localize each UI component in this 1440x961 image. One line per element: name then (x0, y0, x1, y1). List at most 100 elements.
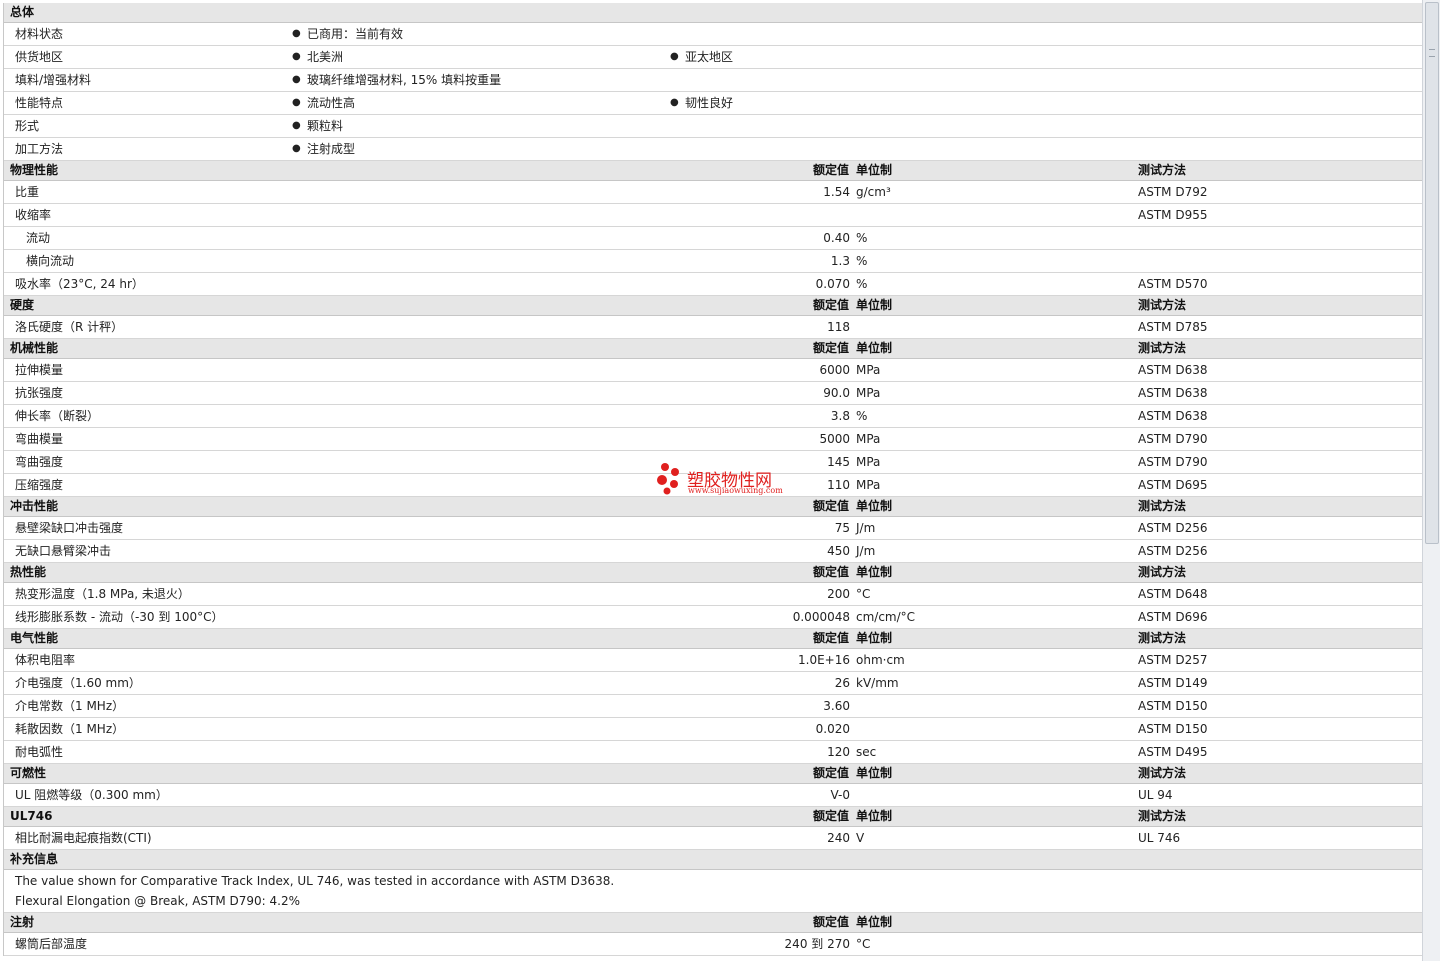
section-title: 电气性能 (10, 631, 59, 645)
property-value: 75 (834, 521, 850, 535)
property-row: 热变形温度（1.8 MPa, 未退火） 200 °C ASTM D648 (4, 583, 1422, 606)
bullet-icon: ● (670, 97, 679, 108)
row-label: 加工方法 (15, 142, 64, 156)
property-row: 流动 0.40 % (4, 227, 1422, 250)
section-header-thermal: 热性能 额定值 单位制 测试方法 (4, 563, 1422, 583)
property-value: 240 (827, 831, 850, 845)
property-unit: J/m (856, 521, 876, 535)
column-header-test: 测试方法 (1138, 809, 1187, 823)
property-unit: MPa (856, 455, 881, 469)
column-header-test: 测试方法 (1138, 163, 1187, 177)
property-label: 伸长率（断裂） (15, 409, 100, 423)
property-value: 240 到 270 (784, 937, 850, 951)
property-unit: % (856, 409, 868, 423)
property-row: 介电常数（1 MHz） 3.60 ASTM D150 (4, 695, 1422, 718)
bullet-icon: ● (292, 51, 301, 62)
property-test-method: ASTM D150 (1138, 699, 1208, 713)
property-row: 线形膨胀系数 - 流动（-30 到 100°C） 0.000048 cm/cm/… (4, 606, 1422, 629)
column-header-unit: 单位制 (856, 163, 893, 177)
property-test-method: ASTM D695 (1138, 478, 1208, 492)
property-row: 抗张强度 90.0 MPa ASTM D638 (4, 382, 1422, 405)
property-label: 收缩率 (15, 208, 52, 222)
property-label: UL 阻燃等级（0.300 mm） (15, 788, 168, 802)
property-label: 比重 (15, 185, 40, 199)
property-test-method: ASTM D495 (1138, 745, 1208, 759)
column-header-test: 测试方法 (1138, 766, 1187, 780)
note-text: The value shown for Comparative Track In… (15, 874, 615, 888)
property-unit: MPa (856, 386, 881, 400)
section-title: 热性能 (10, 565, 47, 579)
property-value: 1.54 (823, 185, 850, 199)
site-watermark: 塑胶物性网 www.sujiaowuxing.com (655, 462, 795, 498)
column-header-unit: 单位制 (856, 766, 893, 780)
property-unit: g/cm³ (856, 185, 891, 199)
general-row: 材料状态 ● 已商用：当前有效 (4, 23, 1422, 46)
property-label: 吸水率（23°C, 24 hr） (15, 277, 144, 291)
property-label: 洛氏硬度（R 计秤） (15, 320, 124, 334)
column-header-nominal: 额定值 (812, 565, 849, 579)
property-value: 0.40 (823, 231, 850, 245)
general-row: 供货地区 ● 北美洲 ● 亚太地区 (4, 46, 1422, 69)
column-header-unit: 单位制 (856, 298, 893, 312)
property-row: 伸长率（断裂） 3.8 % ASTM D638 (4, 405, 1422, 428)
property-test-method: ASTM D790 (1138, 455, 1208, 469)
section-header-impact: 冲击性能 额定值 单位制 测试方法 (4, 497, 1422, 517)
vertical-scrollbar[interactable] (1422, 0, 1440, 961)
property-label: 介电常数（1 MHz） (15, 699, 125, 713)
section-header-flammability: 可燃性 额定值 单位制 测试方法 (4, 764, 1422, 784)
column-header-test: 测试方法 (1138, 631, 1187, 645)
property-unit: ohm·cm (856, 653, 905, 667)
property-label: 流动 (26, 231, 51, 245)
property-test-method: ASTM D638 (1138, 363, 1208, 377)
property-value: 0.020 (815, 722, 850, 736)
property-unit: J/m (856, 544, 876, 558)
section-title: 硬度 (10, 298, 35, 312)
property-value: 3.60 (823, 699, 850, 713)
general-row: 填料/增强材料 ● 玻璃纤维增强材料, 15% 填料按重量 (4, 69, 1422, 92)
section-header-injection: 注射 额定值 单位制 (4, 913, 1422, 933)
property-test-method: ASTM D696 (1138, 610, 1208, 624)
property-label: 无缺口悬臂梁冲击 (15, 544, 112, 558)
section-title: 可燃性 (10, 766, 47, 780)
property-label: 耐电弧性 (15, 745, 64, 759)
row-label: 供货地区 (15, 50, 64, 64)
column-header-nominal: 额定值 (812, 499, 849, 513)
property-value: 5000 (819, 432, 850, 446)
property-unit: kV/mm (856, 676, 899, 690)
property-unit: MPa (856, 432, 881, 446)
column-header-nominal: 额定值 (812, 298, 849, 312)
section-title: 总体 (10, 5, 35, 19)
property-test-method: ASTM D638 (1138, 409, 1208, 423)
property-label: 弯曲强度 (15, 455, 64, 469)
section-title: 注射 (10, 915, 35, 929)
property-label: 抗张强度 (15, 386, 64, 400)
property-unit: °C (856, 937, 871, 951)
section-title: 物理性能 (10, 163, 59, 177)
property-label: 压缩强度 (15, 478, 64, 492)
property-label: 弯曲模量 (15, 432, 64, 446)
property-value: 118 (827, 320, 850, 334)
property-test-method: ASTM D785 (1138, 320, 1208, 334)
section-title: 机械性能 (10, 341, 59, 355)
bullet-icon: ● (670, 51, 679, 62)
supplement-note: Flexural Elongation @ Break, ASTM D790: … (4, 890, 1422, 913)
column-header-nominal: 额定值 (812, 915, 849, 929)
property-test-method: ASTM D150 (1138, 722, 1208, 736)
general-row: 加工方法 ● 注射成型 (4, 138, 1422, 161)
property-value: 3.8 (830, 409, 850, 423)
column-header-test: 测试方法 (1138, 341, 1187, 355)
property-label: 相比耐漏电起痕指数(CTI) (15, 831, 152, 845)
row-item: 韧性良好 (685, 96, 734, 110)
property-value: V-0 (830, 788, 850, 802)
scrollbar-thumb[interactable] (1425, 2, 1439, 544)
note-text: Flexural Elongation @ Break, ASTM D790: … (15, 894, 301, 908)
bullet-icon: ● (292, 28, 301, 39)
property-row: 耐电弧性 120 sec ASTM D495 (4, 741, 1422, 764)
section-header-mechanical: 机械性能 额定值 单位制 测试方法 (4, 339, 1422, 359)
property-label: 线形膨胀系数 - 流动（-30 到 100°C） (15, 610, 224, 624)
property-value: 6000 (819, 363, 850, 377)
property-test-method: ASTM D570 (1138, 277, 1208, 291)
property-row: 悬壁梁缺口冲击强度 75 J/m ASTM D256 (4, 517, 1422, 540)
row-item: 亚太地区 (685, 50, 734, 64)
section-title: UL746 (10, 809, 53, 823)
